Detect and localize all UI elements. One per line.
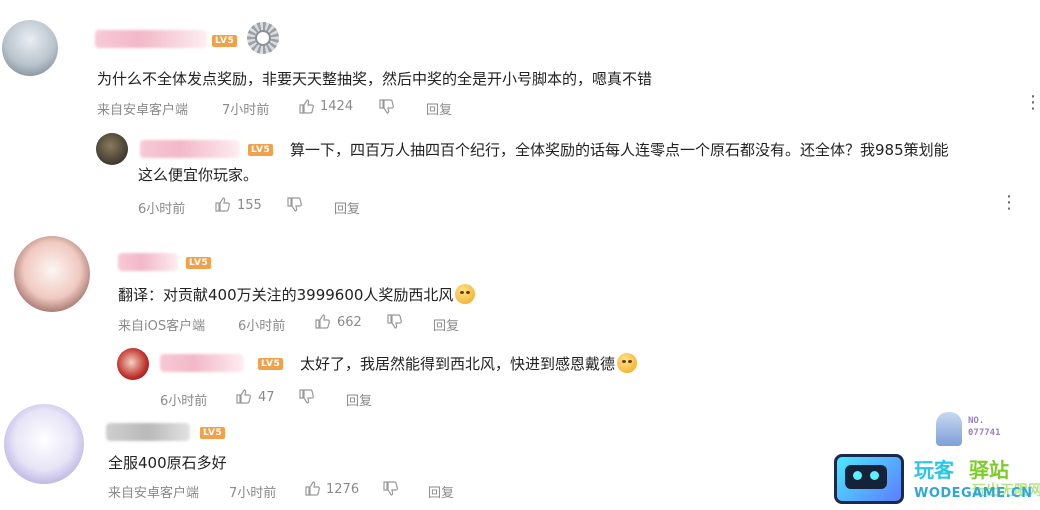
timestamp: 6小时前	[138, 202, 186, 217]
watermark: 玩客 驿站 玩出无限网 WODEGAME.CN	[834, 452, 1040, 508]
watermark-domain: WODEGAME.CN	[914, 486, 1033, 501]
avatar[interactable]	[117, 348, 149, 380]
reply-text-line1: 算一下，四百万人抽四百个纪行，全体奖励的话每人连零点一个原石都没有。还全体？我9…	[290, 141, 949, 159]
source-label: 来自安卓客户端	[108, 486, 200, 501]
like-count: 1424	[320, 99, 354, 114]
more-options-icon[interactable]: ⋮	[1000, 194, 1018, 212]
like-count: 155	[237, 198, 262, 213]
like-icon[interactable]	[235, 388, 251, 404]
reply-button[interactable]: 回复	[426, 99, 452, 118]
avatar[interactable]	[14, 236, 90, 312]
comment-text: 翻译：对贡献400万关注的3999600人奖励西北风	[118, 284, 476, 305]
dislike-icon[interactable]	[298, 389, 314, 405]
username[interactable]	[106, 423, 190, 441]
reply-text-content: 太好了，我居然能得到西北风，快进到感恩戴德	[300, 355, 616, 373]
robot-logo-icon	[834, 454, 904, 504]
source-label: 来自iOS客户端	[118, 319, 206, 334]
emoji-icon	[617, 353, 638, 373]
timestamp: 6小时前	[160, 394, 208, 409]
emoji-icon	[455, 284, 476, 304]
timestamp: 7小时前	[229, 486, 277, 501]
watermark-title: 玩客 驿站	[914, 458, 1009, 482]
avatar[interactable]	[4, 404, 84, 484]
username[interactable]	[160, 354, 244, 372]
timestamp: 7小时前	[222, 103, 270, 118]
like-icon[interactable]	[298, 98, 314, 114]
reply-text: 太好了，我居然能得到西北风，快进到感恩戴德	[300, 353, 638, 374]
username[interactable]	[140, 140, 240, 158]
like-count: 47	[258, 390, 275, 405]
avatar[interactable]	[2, 20, 58, 76]
username[interactable]	[118, 253, 178, 271]
like-icon[interactable]	[214, 196, 230, 212]
reply-text-line2: 这么便宜你玩家。	[138, 166, 259, 184]
like-count: 1276	[326, 482, 360, 497]
comment-text: 全服400原石多好	[108, 454, 227, 472]
reply-button[interactable]: 回复	[346, 390, 372, 409]
username[interactable]	[95, 30, 207, 48]
fan-badge-avatar	[936, 412, 962, 446]
level-badge: LV5	[200, 427, 226, 439]
fan-badge-label: NO. 077741	[968, 416, 1001, 438]
more-options-icon[interactable]: ⋮	[1024, 94, 1040, 112]
level-badge: LV5	[248, 144, 274, 156]
like-icon[interactable]	[304, 480, 320, 496]
dislike-icon[interactable]	[378, 99, 394, 115]
source-label: 来自安卓客户端	[97, 103, 189, 118]
level-badge: LV5	[258, 358, 284, 370]
fan-badge: NO. 077741	[936, 412, 1026, 446]
level-badge: LV5	[212, 35, 238, 47]
comment-text-content: 翻译：对贡献400万关注的3999600人奖励西北风	[118, 286, 454, 304]
medal-icon	[247, 22, 279, 54]
dislike-icon[interactable]	[286, 197, 302, 213]
reply-button[interactable]: 回复	[428, 482, 454, 501]
timestamp: 6小时前	[238, 319, 286, 334]
like-count: 662	[337, 315, 362, 330]
level-badge: LV5	[186, 257, 212, 269]
reply-button[interactable]: 回复	[433, 315, 459, 334]
comment-text: 为什么不全体发点奖励，非要天天整抽奖，然后中奖的全是开小号脚本的，嗯真不错	[97, 70, 653, 88]
reply-button[interactable]: 回复	[334, 198, 360, 217]
dislike-icon[interactable]	[386, 314, 402, 330]
dislike-icon[interactable]	[382, 481, 398, 497]
avatar[interactable]	[96, 133, 128, 165]
like-icon[interactable]	[314, 313, 330, 329]
